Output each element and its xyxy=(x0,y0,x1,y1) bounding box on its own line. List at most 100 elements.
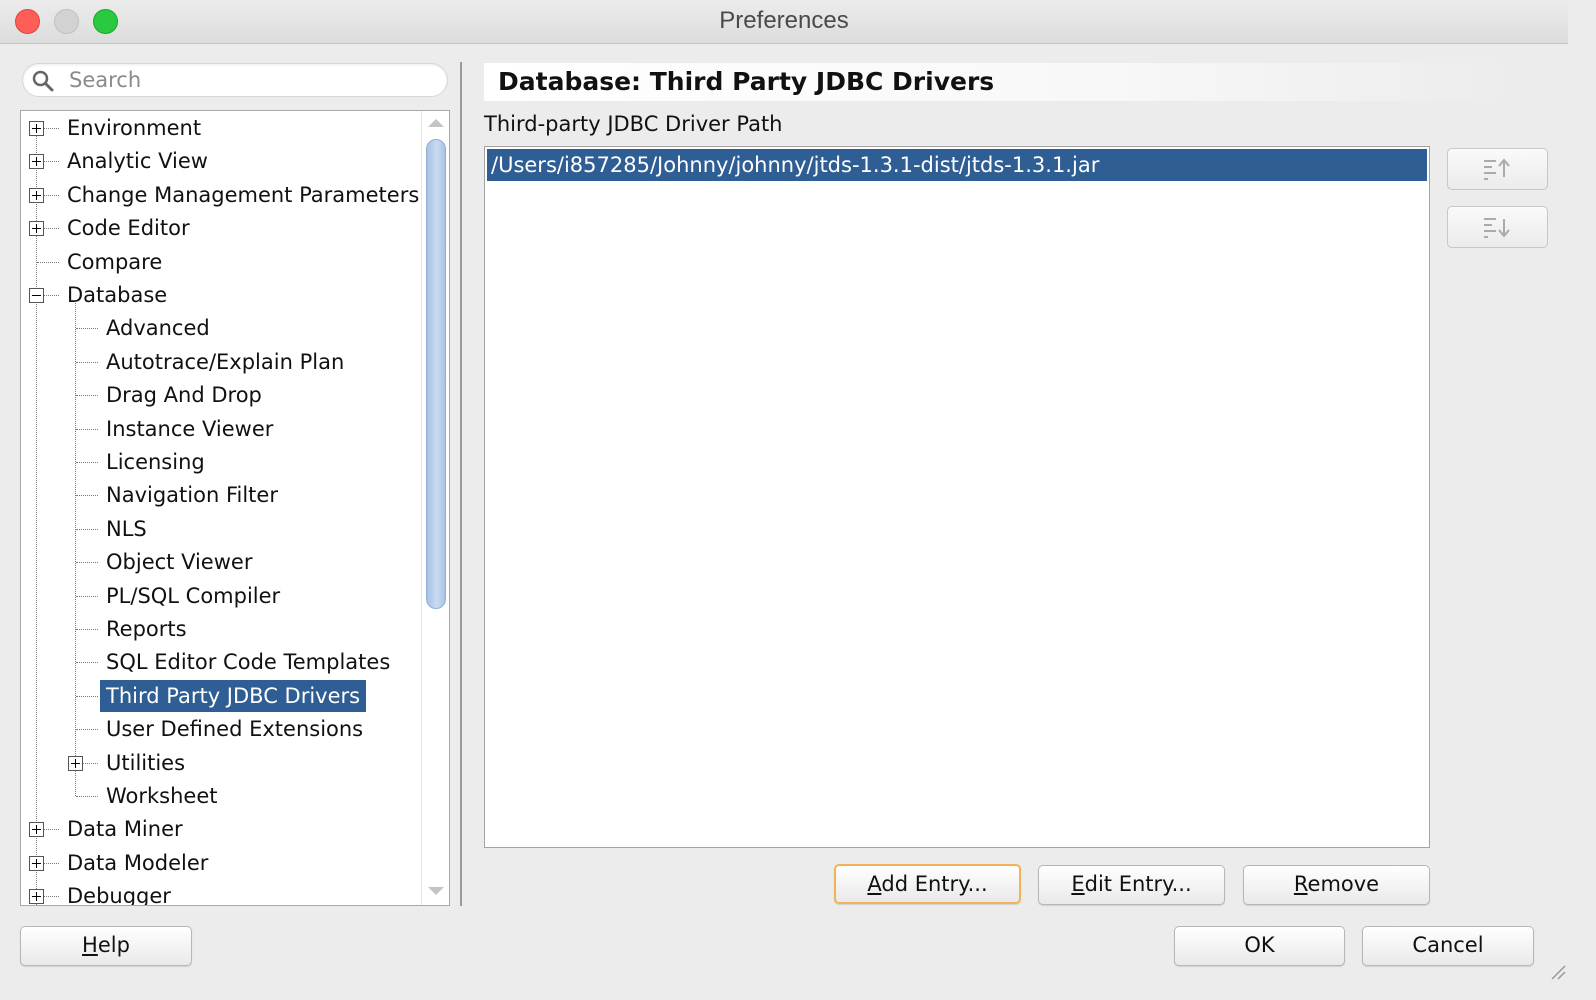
move-down-icon xyxy=(1484,218,1510,238)
move-up-button[interactable] xyxy=(1447,148,1548,190)
expand-icon[interactable] xyxy=(29,889,44,905)
tree-item-label: Instance Viewer xyxy=(106,416,274,441)
help-button[interactable]: Help xyxy=(20,926,192,966)
scroll-up-arrow-icon[interactable] xyxy=(428,119,444,127)
tree-item-label: Change Management Parameters xyxy=(67,182,420,207)
tree-item-label: User Defined Extensions xyxy=(106,717,364,742)
tree-connector xyxy=(76,629,98,630)
window-title: Preferences xyxy=(719,7,849,34)
search-icon xyxy=(32,70,54,92)
cancel-button[interactable]: Cancel xyxy=(1362,926,1534,966)
tree-item-label: Database xyxy=(67,283,168,307)
tree-item-label: NLS xyxy=(106,516,147,541)
resize-grip-icon[interactable] xyxy=(1548,962,1566,980)
expand-icon[interactable] xyxy=(29,822,44,838)
title-bar: Preferences xyxy=(0,0,1568,44)
tree-item-environment[interactable]: Environment xyxy=(21,112,421,144)
tree-connector xyxy=(76,361,98,363)
tree-item-nls[interactable]: NLS xyxy=(21,513,421,545)
driver-path-entry[interactable]: /Users/i857285/Johnny/johnny/jtds-1.3.1-… xyxy=(487,149,1427,181)
scroll-down-arrow-icon[interactable] xyxy=(428,887,444,895)
tree-item-third-party-jdbc-drivers[interactable]: Third Party JDBC Drivers xyxy=(21,679,421,712)
tree-item-label: Advanced xyxy=(106,316,210,341)
expand-icon[interactable] xyxy=(29,121,44,136)
add-entry-label: dd Entry... xyxy=(881,872,988,896)
tree-connector xyxy=(76,562,98,564)
help-mnemonic: H xyxy=(82,933,98,957)
edit-entry-button[interactable]: Edit Entry... xyxy=(1038,865,1225,905)
tree-item-utilities[interactable]: Utilities xyxy=(21,747,421,779)
tree-connector xyxy=(76,462,98,463)
tree-item-label: Object Viewer xyxy=(106,550,253,575)
tree-connector xyxy=(76,328,98,330)
tree-item-user-defined-extensions[interactable]: User Defined Extensions xyxy=(21,713,421,745)
tree-item-worksheet[interactable]: Worksheet xyxy=(21,780,421,812)
tree-scrollbar[interactable] xyxy=(421,111,449,905)
expand-icon[interactable] xyxy=(29,855,44,871)
add-entry-button[interactable]: Add Entry... xyxy=(834,864,1021,904)
tree-connector xyxy=(76,428,98,430)
tree-item-analytic-view[interactable]: Analytic View xyxy=(21,145,421,177)
tree-item-label: SQL Editor Code Templates xyxy=(106,650,391,675)
expand-icon[interactable] xyxy=(68,755,83,771)
tree-connector xyxy=(76,796,98,797)
expand-icon[interactable] xyxy=(29,154,44,170)
tree-item-label: Reports xyxy=(106,617,187,641)
pane-splitter[interactable] xyxy=(460,62,462,906)
tree-item-label: Analytic View xyxy=(67,149,208,174)
tree-item-autotrace-explain-plan[interactable]: Autotrace/Explain Plan xyxy=(21,346,421,378)
preferences-tree[interactable]: Environment Analytic View Change Managemen… xyxy=(20,110,450,906)
tree-item-label: Licensing xyxy=(106,450,205,474)
tree-connector xyxy=(76,695,98,697)
tree-item-sql-editor-code-templates[interactable]: SQL Editor Code Templates xyxy=(21,646,421,678)
tree-item-navigation-filter[interactable]: Navigation Filter xyxy=(21,479,421,511)
tree-item-label: Data Modeler xyxy=(67,850,209,875)
tree-connector xyxy=(76,729,98,731)
tree-item-label: Data Miner xyxy=(67,817,183,842)
tree-item-label: Environment xyxy=(67,116,202,140)
driver-path-list[interactable]: /Users/i857285/Johnny/johnny/jtds-1.3.1-… xyxy=(484,146,1430,848)
search-input[interactable] xyxy=(69,66,429,94)
search-box[interactable] xyxy=(22,63,448,97)
collapse-icon[interactable] xyxy=(29,288,44,303)
tree-item-code-editor[interactable]: Code Editor xyxy=(21,212,421,244)
tree-item-label: PL/SQL Compiler xyxy=(106,583,281,608)
tree-item-object-viewer[interactable]: Object Viewer xyxy=(21,546,421,578)
tree-item-label: Third Party JDBC Drivers xyxy=(100,679,367,712)
tree-item-data-miner[interactable]: Data Miner xyxy=(21,813,421,845)
help-label: elp xyxy=(97,933,130,957)
tree-item-label: Utilities xyxy=(106,750,186,775)
remove-button[interactable]: Remove xyxy=(1243,865,1430,905)
expand-icon[interactable] xyxy=(29,221,44,237)
tree-item-pl-sql-compiler[interactable]: PL/SQL Compiler xyxy=(21,580,421,612)
tree-connector xyxy=(76,395,98,397)
tree-item-licensing[interactable]: Licensing xyxy=(21,446,421,478)
tree-item-label: Navigation Filter xyxy=(106,483,278,508)
tree-item-drag-and-drop[interactable]: Drag And Drop xyxy=(21,379,421,411)
edit-entry-label: dit Entry... xyxy=(1084,872,1192,896)
tree-item-label: Compare xyxy=(67,249,163,274)
remove-label: emove xyxy=(1307,872,1380,896)
ok-button[interactable]: OK xyxy=(1174,926,1345,966)
tree-scrollbar-thumb[interactable] xyxy=(426,139,446,609)
tree-item-label: Autotrace/Explain Plan xyxy=(106,349,345,374)
tree-item-advanced[interactable]: Advanced xyxy=(21,312,421,344)
tree-item-instance-viewer[interactable]: Instance Viewer xyxy=(21,413,421,445)
edit-entry-mnemonic: E xyxy=(1071,872,1085,896)
tree-item-data-modeler[interactable]: Data Modeler xyxy=(21,847,421,879)
move-down-button[interactable] xyxy=(1447,206,1548,248)
tree-item-database[interactable]: Database xyxy=(21,279,421,311)
driver-path-label: Third-party JDBC Driver Path xyxy=(484,112,783,136)
add-entry-mnemonic: A xyxy=(867,872,882,896)
tree-item-debugger[interactable]: Debugger xyxy=(21,880,421,906)
page-title: Database: Third Party JDBC Drivers xyxy=(484,63,1516,101)
tree-item-label: Debugger xyxy=(67,884,171,906)
tree-item-reports[interactable]: Reports xyxy=(21,613,421,645)
tree-item-change-management-parameters[interactable]: Change Management Parameters xyxy=(21,179,421,211)
tree-item-label: Drag And Drop xyxy=(106,383,262,408)
tree-item-label: Code Editor xyxy=(67,216,190,241)
tree-item-compare[interactable]: Compare xyxy=(21,246,421,278)
remove-mnemonic: R xyxy=(1293,872,1308,896)
expand-icon[interactable] xyxy=(29,187,44,203)
tree-connector xyxy=(76,495,98,497)
